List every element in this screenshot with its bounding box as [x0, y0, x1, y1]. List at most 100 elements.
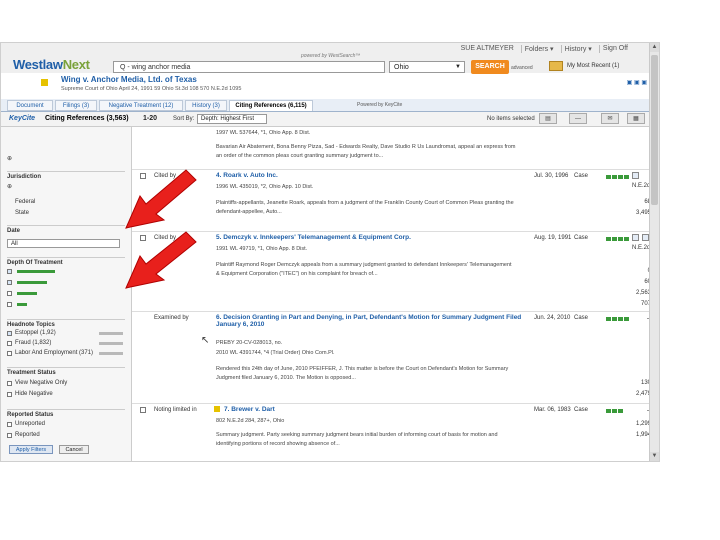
reported-label[interactable]: Reported — [15, 432, 40, 438]
jurisdiction-heading: Jurisdiction — [7, 171, 125, 180]
result-6-summary: Rendered this 24th day of June, 2010 PFE… — [216, 366, 509, 381]
headnote-fraud[interactable]: Fraud (1,832) — [15, 340, 51, 346]
yellow-flag-icon — [41, 79, 48, 86]
result-6-citation: 2010 WL 4391744, *4 (Trial Order) Ohio C… — [216, 350, 335, 356]
result-5-date: Aug. 19, 1991 — [534, 235, 572, 241]
selected-count: No items selected — [487, 116, 535, 122]
result-4-depth-bars — [606, 174, 630, 179]
reported-checkbox[interactable] — [7, 433, 12, 438]
headnote-checkbox-fraud[interactable] — [7, 341, 12, 346]
depth-bar-1 — [17, 303, 27, 306]
result-5-headnote-icon-2[interactable] — [642, 234, 649, 241]
treatment-status-heading: Treatment Status — [7, 367, 125, 376]
depth-bar-4 — [17, 270, 55, 273]
mouse-cursor-icon: ↖ — [201, 335, 210, 346]
headnote-labor[interactable]: Labor And Employment (371) — [15, 350, 93, 356]
yellow-flag-icon — [214, 406, 220, 412]
scroll-up-arrow-icon[interactable]: ▲ — [650, 43, 659, 52]
result-row-6: Examined by 6. Decision Granting in Part… — [132, 311, 654, 404]
tab-history[interactable]: History (3) — [185, 100, 227, 111]
tab-citing-references[interactable]: Citing References (6,115) — [229, 100, 313, 111]
depth-checkbox-2[interactable] — [7, 291, 12, 296]
headnote-checkbox-labor[interactable] — [7, 351, 12, 356]
vertical-scrollbar[interactable]: ▲ ▼ — [649, 43, 659, 461]
tab-filings[interactable]: Filings (3) — [55, 100, 97, 111]
sort-select[interactable]: Depth: Highest First — [197, 114, 267, 124]
state-label[interactable]: State — [15, 210, 29, 216]
case-tools[interactable]: ▣ ▣ ▣ — [627, 79, 647, 86]
result-row-3: 1997 WL 537644, *1, Ohio App. 8 Dist. Ba… — [132, 127, 649, 170]
remove-button[interactable]: — — [569, 113, 587, 124]
headnote-estoppel[interactable]: Estoppel (1,92) — [15, 330, 56, 336]
tab-document[interactable]: Document — [7, 100, 53, 111]
depth-checkbox-1[interactable] — [7, 302, 12, 307]
advanced-search-link[interactable]: advanced — [511, 65, 533, 71]
history-menu[interactable]: History ▾ — [560, 45, 595, 53]
jurisdiction-select[interactable]: Ohio ▼ — [389, 61, 465, 73]
result-6-depth-bars — [606, 316, 630, 321]
headnote-bar-fraud — [99, 342, 123, 345]
apply-filters-button[interactable]: Apply Filters — [9, 445, 53, 454]
search-button[interactable]: SEARCH — [471, 60, 509, 74]
result-4-headnote: N.E.2d — [632, 183, 651, 189]
result-7-citation: 802 N.E.2d 284, 287+, Ohio — [216, 418, 285, 424]
date-select[interactable]: All — [7, 239, 120, 248]
date-value: All — [11, 241, 18, 247]
federal-label[interactable]: Federal — [15, 199, 35, 205]
depth-heading: Depth Of Treatment — [7, 257, 125, 266]
view-negative-label[interactable]: View Negative Only — [15, 380, 67, 386]
result-range: 1-20 — [143, 115, 158, 122]
folder-button[interactable]: ▤ — [539, 113, 557, 124]
keycite-logo: KeyCite — [9, 115, 36, 122]
hide-negative-checkbox[interactable] — [7, 392, 12, 397]
result-row-7: Noting limited in 7. Brewer v. Dart 802 … — [132, 403, 654, 461]
result-4-title[interactable]: 4. Roark v. Auto Inc. — [216, 172, 516, 179]
headnote-topics-heading: Headnote Topics — [7, 319, 125, 328]
result-5-title[interactable]: 5. Demczyk v. Innkeepers' Telemanagement… — [216, 234, 516, 241]
headnote-checkbox-estoppel[interactable] — [7, 331, 12, 336]
result-4-citation: 1996 WL 435019, *2, Ohio App. 10 Dist. — [216, 184, 314, 190]
result-6-title[interactable]: 6. Decision Granting in Part and Denying… — [216, 314, 526, 328]
result-7-checkbox[interactable] — [140, 407, 146, 413]
sign-off-link[interactable]: Sign Off — [598, 45, 631, 53]
folders-menu[interactable]: Folders ▾ — [520, 45, 557, 53]
result-7-depth-bars — [606, 408, 630, 413]
westlaw-logo[interactable]: WestlawNext — [13, 57, 90, 72]
result-4-date: Jul. 30, 1996 — [534, 173, 569, 179]
result-5-headnote-icon-1[interactable] — [632, 234, 639, 241]
recent-folder-link[interactable]: My Most Recent (1) — [567, 63, 619, 69]
email-button[interactable]: ✉ — [601, 113, 619, 124]
logo-next: Next — [62, 57, 90, 72]
view-negative-checkbox[interactable] — [7, 381, 12, 386]
print-button[interactable]: ▦ — [627, 113, 645, 124]
result-7-title[interactable]: 7. Brewer v. Dart — [224, 406, 524, 413]
result-5-depth-bars — [606, 236, 630, 241]
result-6-date: Jun. 24, 2010 — [534, 315, 571, 321]
folder-icon[interactable] — [549, 61, 563, 71]
tab-negative-treatment[interactable]: Negative Treatment (12) — [99, 100, 183, 111]
hide-negative-label[interactable]: Hide Negative — [15, 391, 53, 397]
result-5-headnote: N.E.2d — [632, 245, 651, 251]
result-4-type: Case — [574, 173, 589, 179]
expand-federal-icon[interactable]: ⊕ — [7, 155, 12, 162]
scroll-thumb[interactable] — [651, 55, 658, 205]
depth-checkbox-3[interactable] — [7, 280, 12, 285]
expand-state-icon[interactable]: ⊕ — [7, 183, 12, 190]
citing-references-heading: Citing References (3,563) — [45, 115, 129, 122]
cancel-button[interactable]: Cancel — [59, 445, 89, 454]
reported-status-heading: Reported Status — [7, 409, 125, 418]
result-4-headnote-icon[interactable] — [632, 172, 639, 179]
result-5-citation: 1991 WL 49719, *1, Ohio App. 8 Dist. — [216, 246, 308, 252]
powered-by-westsearch: powered by WestSearch™ — [301, 53, 361, 59]
scroll-down-arrow-icon[interactable]: ▼ — [650, 452, 659, 461]
user-nav: SUE ALTMEYER Folders ▾ History ▾ Sign Of… — [458, 45, 631, 53]
result-6-treatment: Examined by — [154, 315, 189, 321]
case-title: Wing v. Anchor Media, Ltd. of Texas — [61, 75, 197, 84]
result-5-type: Case — [574, 235, 589, 241]
search-input[interactable]: Q - wing anchor media — [113, 61, 385, 73]
depth-checkbox-4[interactable] — [7, 269, 12, 274]
user-name-link[interactable]: SUE ALTMEYER — [458, 45, 517, 53]
red-arrow-icon-depth — [125, 169, 197, 229]
unreported-checkbox[interactable] — [7, 422, 12, 427]
unreported-label[interactable]: Unreported — [15, 421, 45, 427]
